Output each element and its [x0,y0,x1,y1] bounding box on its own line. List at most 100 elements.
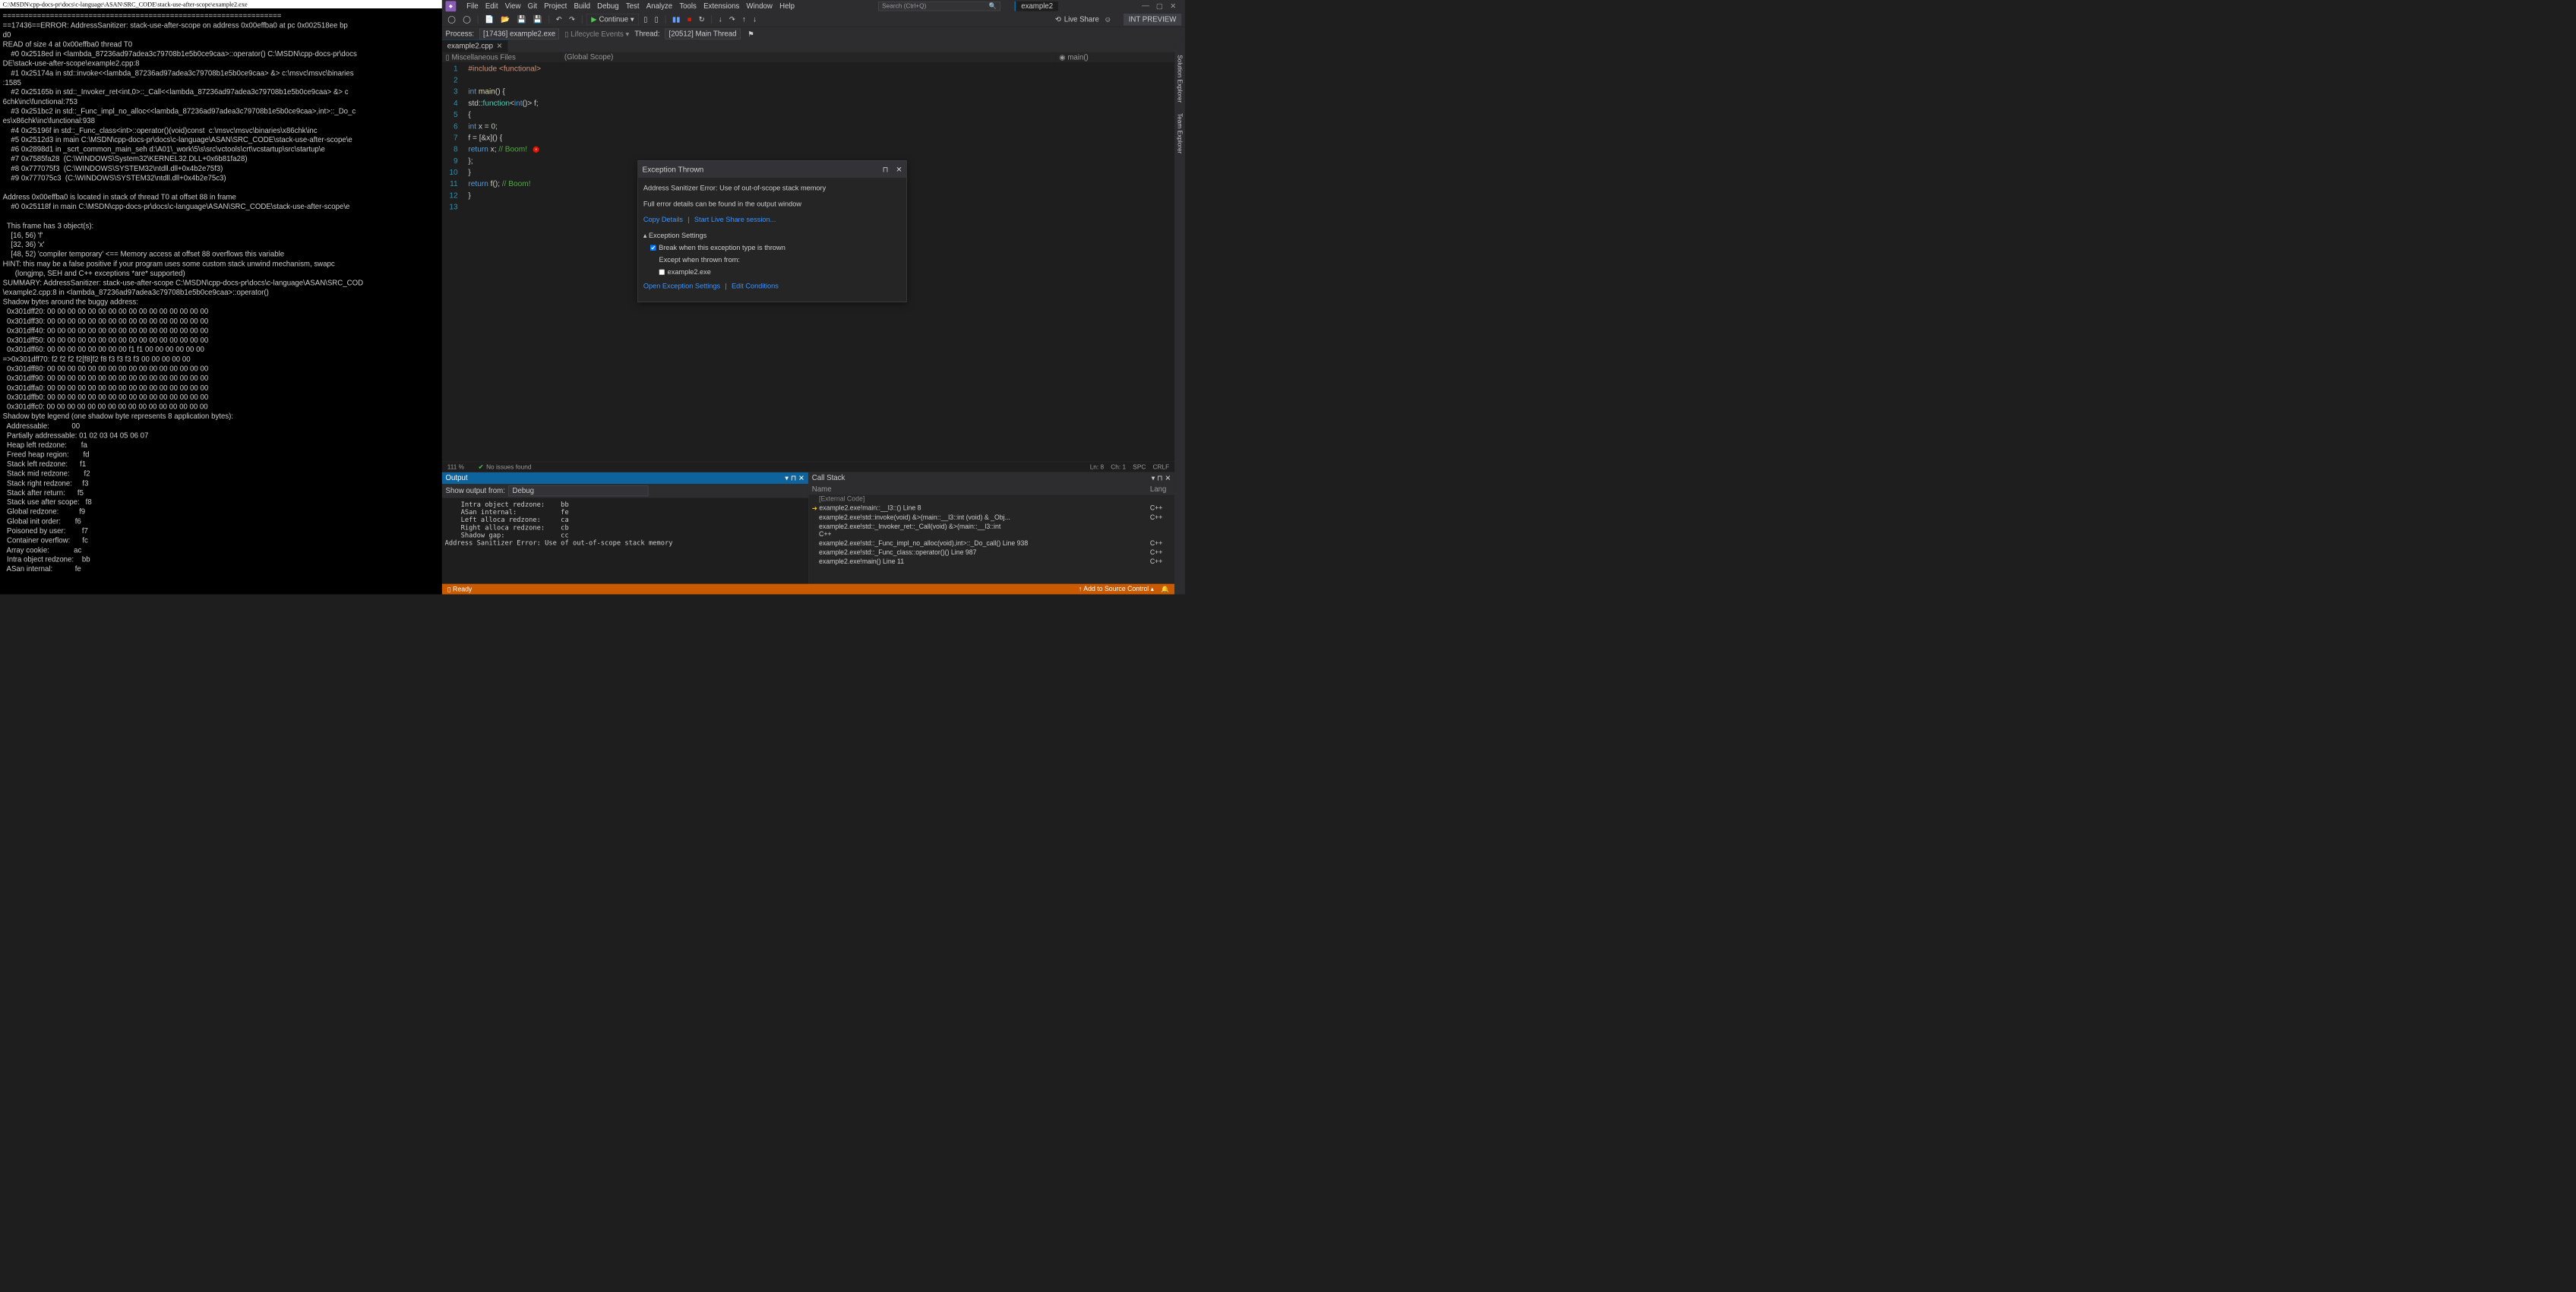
menu-window[interactable]: Window [747,2,773,11]
menu-debug[interactable]: Debug [597,2,618,11]
menu-project[interactable]: Project [544,2,567,11]
menu-build[interactable]: Build [574,2,589,11]
close-popup-icon[interactable]: ✕ [896,165,902,174]
process-label: Process: [446,30,475,38]
close-icon[interactable]: ✕ [1170,2,1176,11]
callstack-row[interactable]: example2.exe!std::_Invoker_ret::_Call(vo… [808,523,1174,539]
menu-edit[interactable]: Edit [485,2,498,11]
navigation-bar: ▯ Miscellaneous Files (Global Scope) ◉ m… [442,52,1174,63]
open-file-icon[interactable]: 📂 [499,14,513,25]
output-body[interactable]: Intra object redzone: bb ASan internal: … [442,498,808,584]
tab-close-icon[interactable]: ✕ [497,42,503,50]
pane-dropdown-icon[interactable]: ▾ [785,474,789,482]
break-label: Break when this exception type is thrown [659,242,785,253]
pane-pin-icon[interactable]: ⊓ [1157,474,1163,482]
output-from-dropdown[interactable]: Debug [508,485,648,496]
issues-label: No issues found [486,463,531,471]
menu-git[interactable]: Git [528,2,537,11]
minimize-icon[interactable]: — [1142,2,1149,11]
exception-settings-header[interactable]: ▴ Exception Settings [643,230,901,241]
step-out-icon[interactable]: ↑ [740,14,748,25]
open-exception-settings-link[interactable]: Open Exception Settings [643,283,720,290]
callstack-row[interactable]: example2.exe!std::_Func_class::operator(… [808,548,1174,558]
pane-pin-icon[interactable]: ⊓ [791,474,797,482]
continue-button[interactable]: ▶ Continue ▾ [586,14,638,25]
pane-close-icon[interactable]: ✕ [1165,474,1171,482]
step-over-icon[interactable]: ↷ [727,14,738,24]
callstack-col-name: Name [812,485,1150,493]
console-window: C:\MSDN\cpp-docs-pr\docs\c-language\ASAN… [0,0,442,594]
except-item-checkbox[interactable] [659,270,665,275]
liveshare-button[interactable]: Live Share [1064,15,1099,24]
debug-tool-icon[interactable]: ▯ [653,14,661,24]
callstack-title[interactable]: Call Stack ▾ ⊓ ✕ [808,472,1174,484]
console-title-bar: C:\MSDN\cpp-docs-pr\docs\c-language\ASAN… [0,0,442,8]
callstack-row[interactable]: example2.exe!std::_Func_impl_no_alloc(vo… [808,539,1174,548]
continue-label: Continue [599,15,628,24]
int-preview-badge: INT PREVIEW [1124,14,1181,26]
process-value: [17436] example2.exe [483,30,555,38]
search-input[interactable]: Search (Ctrl+Q) 🔍 [878,2,1000,11]
scope-member[interactable]: ◉ main() [1056,52,1174,62]
copy-details-link[interactable]: Copy Details [643,216,683,223]
menu-extensions[interactable]: Extensions [703,2,739,11]
maximize-icon[interactable]: ▢ [1156,2,1163,11]
menu-analyze[interactable]: Analyze [646,2,672,11]
except-from-label: Except when thrown from: [659,254,740,265]
scope-type[interactable]: (Global Scope) [561,52,1055,62]
process-dropdown[interactable]: [17436] example2.exe [479,29,559,39]
output-title[interactable]: Output ▾ ⊓ ✕ [442,472,808,484]
debug-step-icon[interactable]: ▯ [641,14,650,24]
indent-indicator: SPC [1133,463,1146,471]
dropdown-icon: ▾ [631,15,634,24]
lifecycle-events-button[interactable]: ▯ Lifecycle Events ▾ [564,30,629,39]
callstack-row[interactable]: ➜example2.exe!main::__l3::() Line 8C++ [808,504,1174,513]
pause-icon[interactable]: ▮▮ [670,14,682,24]
code-editor[interactable]: 12345678910111213 #include <functional> … [442,62,1174,461]
exception-message: Address Sanitizer Error: Use of out-of-s… [643,183,901,194]
source-control-button[interactable]: ↑ Add to Source Control ▴ [1079,585,1154,593]
menu-help[interactable]: Help [779,2,795,11]
callstack-row[interactable]: example2.exe!main() Line 11C++ [808,558,1174,567]
step-into-icon[interactable]: ↓ [716,14,724,25]
start-liveshare-link[interactable]: Start Live Share session... [694,216,776,223]
pin-icon[interactable]: ⊓ [883,165,889,174]
nav-fwd-icon[interactable]: ◯ [461,14,473,24]
zoom-level[interactable]: 111 % [447,463,464,471]
editor-tab[interactable]: example2.cpp ✕ [442,39,508,52]
callstack-row[interactable]: [External Code] [808,494,1174,504]
search-icon: 🔍 [989,2,997,10]
save-icon[interactable]: 💾 [515,14,529,25]
notifications-icon[interactable]: 🔔 [1161,585,1169,593]
callstack-col-lang: Lang [1150,485,1171,493]
line-indicator: Ln: 8 [1090,463,1104,471]
pane-dropdown-icon[interactable]: ▾ [1152,474,1155,482]
callstack-row[interactable]: example2.exe!std::invoke(void) &>(main::… [808,513,1174,523]
menu-view[interactable]: View [505,2,521,11]
save-all-icon[interactable]: 💾 [531,14,545,25]
output-from-label: Show output from: [446,487,505,495]
thread-value: [20512] Main Thread [669,30,737,38]
scope-project[interactable]: ▯ Miscellaneous Files [442,52,561,62]
restart-icon[interactable]: ↻ [697,14,707,24]
solution-explorer-tab[interactable]: Solution Explorer [1176,55,1184,103]
tab-label: example2.cpp [447,42,493,50]
feedback-icon[interactable]: ☺ [1102,14,1114,25]
flag-icon[interactable]: ⚑ [745,28,756,39]
pane-close-icon[interactable]: ✕ [798,474,804,482]
play-icon: ▶ [591,15,596,24]
thread-dropdown[interactable]: [20512] Main Thread [665,29,741,39]
nav-back-icon[interactable]: ◯ [446,14,458,24]
step-icon[interactable]: ↓ [751,14,758,25]
redo-icon[interactable]: ↷ [567,14,577,24]
stop-icon[interactable]: ■ [685,14,694,25]
break-checkbox[interactable] [650,245,656,250]
team-explorer-tab[interactable]: Team Explorer [1176,113,1184,153]
exception-title: Exception Thrown [642,163,703,175]
menu-tools[interactable]: Tools [679,2,697,11]
menu-file[interactable]: File [466,2,479,11]
edit-conditions-link[interactable]: Edit Conditions [732,283,779,290]
undo-icon[interactable]: ↶ [554,14,564,24]
new-file-icon[interactable]: 📄 [482,14,496,25]
menu-test[interactable]: Test [626,2,640,11]
